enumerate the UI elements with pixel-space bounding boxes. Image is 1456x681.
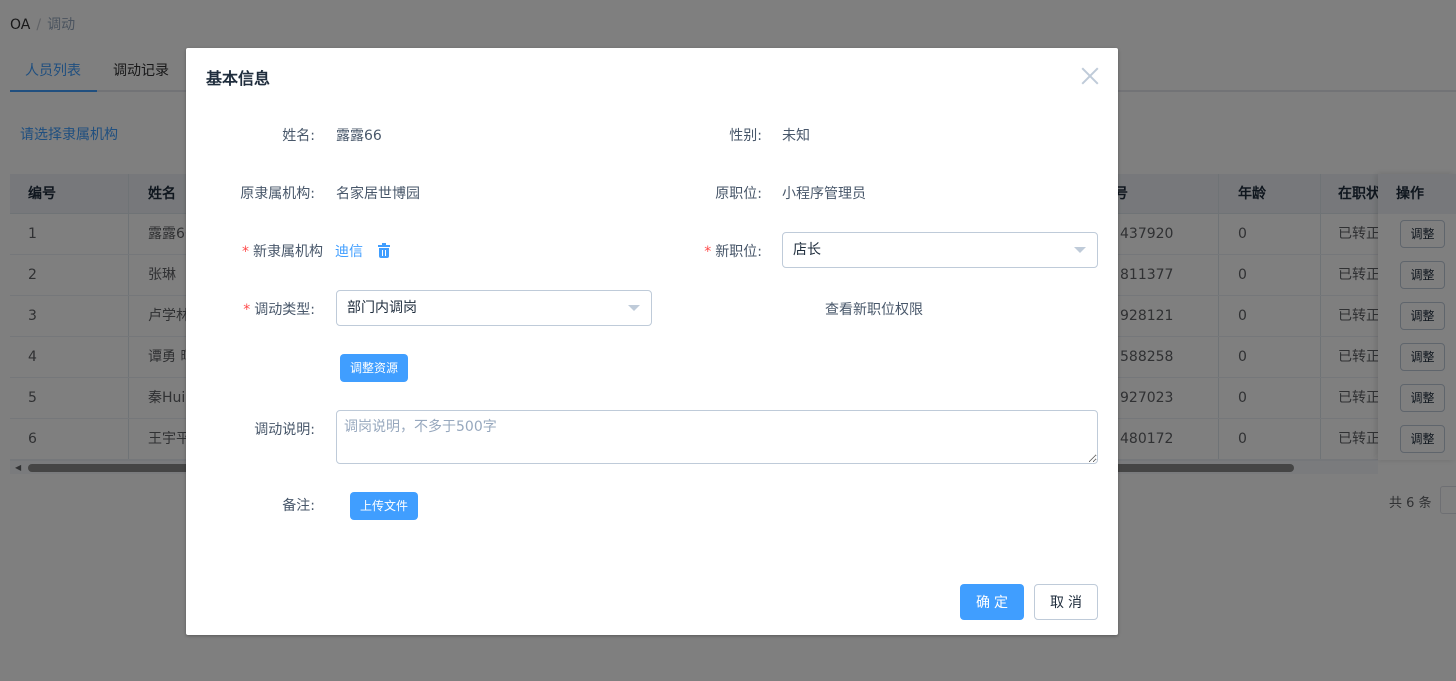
transfer-type-select-value: 部门内调岗 (347, 300, 417, 316)
new-position-label: * 新职位: (704, 241, 762, 261)
transfer-type-select[interactable]: 部门内调岗 (336, 290, 652, 326)
close-icon[interactable] (1079, 65, 1101, 87)
required-mark: * (704, 244, 712, 260)
required-mark: * (243, 302, 251, 318)
transfer-dialog: 基本信息 姓名: 露露66 性别: 未知 原隶属机构: 名家居世博园 原职位: … (186, 48, 1118, 635)
original-org-label: 原隶属机构: (240, 186, 315, 202)
new-org-label-text: 新隶属机构 (253, 244, 323, 260)
transfer-description-textarea[interactable] (336, 410, 1098, 464)
required-mark: * (242, 244, 249, 260)
original-position-label: 原职位: (715, 186, 762, 202)
gender-label: 性别: (729, 128, 762, 144)
original-position-value: 小程序管理员 (782, 186, 866, 202)
new-org-value[interactable]: 迪信 (335, 241, 363, 261)
name-label: 姓名: (282, 128, 315, 144)
new-org-label: * 新隶属机构 (242, 241, 323, 261)
transfer-type-label-text: 调动类型: (254, 302, 315, 318)
upload-file-button[interactable]: 上传文件 (350, 492, 418, 520)
confirm-button[interactable]: 确定 (960, 584, 1024, 620)
transfer-description-label: 调动说明: (254, 422, 315, 438)
adjust-resources-button[interactable]: 调整资源 (340, 354, 408, 382)
chevron-down-icon (1074, 247, 1086, 253)
name-value: 露露66 (336, 128, 382, 144)
original-org-value: 名家居世博园 (336, 186, 420, 202)
transfer-type-label: * 调动类型: (243, 299, 315, 319)
gender-value: 未知 (782, 128, 810, 144)
remark-label: 备注: (282, 498, 315, 514)
new-position-label-text: 新职位: (715, 244, 762, 260)
dialog-title: 基本信息 (206, 69, 271, 88)
view-new-position-permissions-link[interactable]: 查看新职位权限 (825, 299, 923, 319)
trash-icon[interactable] (378, 243, 390, 258)
new-position-select-value: 店长 (793, 242, 821, 258)
cancel-button[interactable]: 取消 (1034, 584, 1098, 620)
new-position-select[interactable]: 店长 (782, 232, 1098, 268)
chevron-down-icon (628, 305, 640, 311)
